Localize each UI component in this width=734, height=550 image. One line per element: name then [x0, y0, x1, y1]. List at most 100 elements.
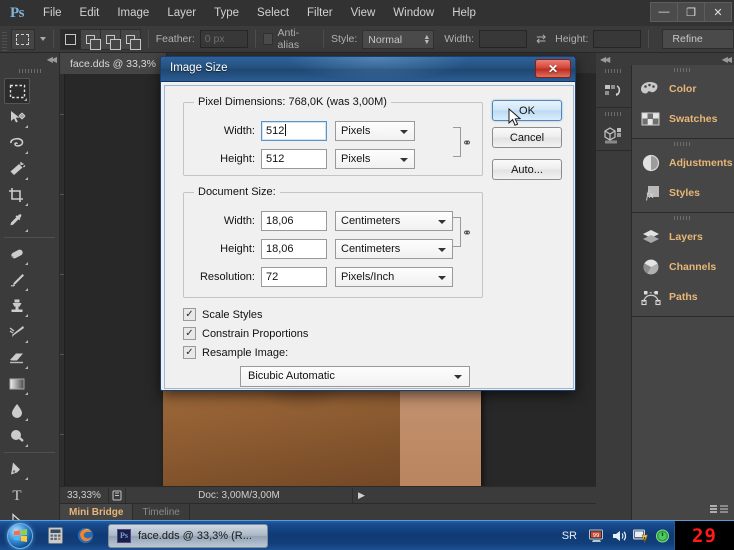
auto-button[interactable]: Auto...: [492, 159, 562, 180]
language-indicator[interactable]: SR: [562, 530, 577, 542]
menu-item-help[interactable]: Help: [443, 0, 485, 26]
menu-item-select[interactable]: Select: [248, 0, 298, 26]
menu-item-layer[interactable]: Layer: [158, 0, 205, 26]
dialog-close-button[interactable]: ✕: [535, 59, 571, 78]
tool-rectangular-marquee[interactable]: [4, 78, 30, 104]
status-expand-arrow-icon[interactable]: ▶: [352, 487, 370, 503]
document-tab-face-dds[interactable]: face.dds @ 33,3%: [60, 53, 167, 74]
refine-edge-button[interactable]: Refine Edge...: [662, 29, 734, 64]
tool-crop[interactable]: [4, 182, 30, 208]
subtract-from-selection-button[interactable]: [99, 28, 121, 50]
tools-panel-grip[interactable]: [0, 66, 59, 76]
zoom-level-field[interactable]: 33,33%: [60, 490, 108, 501]
image-size-dialog[interactable]: Image Size ✕ Pixel Dimensions: 768,0K (w…: [160, 56, 576, 391]
panel-item-color[interactable]: Color: [632, 74, 734, 104]
tool-healing-brush[interactable]: [4, 241, 30, 267]
panel-item-channels[interactable]: Channels: [632, 252, 734, 282]
anti-alias-checkbox[interactable]: [262, 33, 273, 45]
new-selection-button[interactable]: [59, 28, 81, 50]
tool-gradient[interactable]: [4, 371, 30, 397]
collapse-tools-icon[interactable]: ◀◀: [47, 55, 57, 64]
add-to-selection-button[interactable]: [79, 28, 101, 50]
tool-eyedropper[interactable]: [4, 208, 30, 234]
narrow-block-grip-2[interactable]: [604, 112, 623, 116]
history-icon[interactable]: [599, 77, 629, 107]
tool-preset-picker[interactable]: [10, 28, 35, 50]
scale-styles-row[interactable]: ✓ Scale Styles: [183, 308, 263, 321]
tool-pen[interactable]: [4, 456, 30, 482]
doc-width-input[interactable]: 18,06: [261, 211, 327, 231]
tools-panel-header[interactable]: ◀◀: [0, 53, 59, 66]
scale-styles-checkbox[interactable]: ✓: [183, 308, 196, 321]
tool-dodge[interactable]: [4, 423, 30, 449]
panel-group-grip-2[interactable]: [632, 139, 734, 148]
collapse-narrow-dock-icon[interactable]: ◀◀: [600, 55, 610, 64]
doc-resolution-input[interactable]: 72: [261, 267, 327, 287]
minimize-button[interactable]: —: [650, 2, 678, 22]
document-icon[interactable]: [108, 487, 126, 503]
tab-mini-bridge[interactable]: Mini Bridge: [60, 504, 134, 520]
close-button[interactable]: ✕: [704, 2, 732, 22]
tool-history-brush[interactable]: [4, 319, 30, 345]
panel-group-grip-1[interactable]: [632, 65, 734, 74]
panel-item-layers[interactable]: Layers: [632, 222, 734, 252]
network-icon[interactable]: 99: [586, 521, 608, 550]
menu-item-type[interactable]: Type: [205, 0, 248, 26]
height-input[interactable]: [593, 30, 642, 48]
style-select[interactable]: Normal ▲ ▼: [362, 29, 435, 49]
width-input[interactable]: [479, 30, 528, 48]
constrain-proportions-row[interactable]: ✓ Constrain Proportions: [183, 327, 308, 340]
resample-method-select[interactable]: Bicubic Automatic: [240, 366, 470, 387]
swap-dimensions-icon[interactable]: ⇄: [536, 32, 546, 46]
collapse-wide-dock-icon[interactable]: ◀◀: [722, 55, 732, 64]
taskbar-button-photoshop[interactable]: Ps face.dds @ 33,3% (R...: [108, 523, 268, 548]
constrain-proportions-checkbox[interactable]: ✓: [183, 327, 196, 340]
resample-image-checkbox[interactable]: ✓: [183, 346, 196, 359]
menu-item-edit[interactable]: Edit: [71, 0, 109, 26]
feather-input[interactable]: 0 px: [199, 30, 248, 48]
volume-icon[interactable]: [608, 521, 630, 550]
doc-height-input[interactable]: 18,06: [261, 239, 327, 259]
maximize-button[interactable]: ❐: [677, 2, 705, 22]
doc-resolution-unit-select[interactable]: Pixels/Inch: [335, 267, 453, 287]
menu-item-file[interactable]: File: [34, 0, 71, 26]
tool-lasso[interactable]: [4, 130, 30, 156]
intersect-selection-button[interactable]: [119, 28, 141, 50]
menu-item-view[interactable]: View: [342, 0, 385, 26]
pixel-height-unit-select[interactable]: Pixels: [335, 149, 415, 169]
action-center-icon[interactable]: [630, 521, 652, 550]
pixel-height-input[interactable]: 512: [261, 149, 327, 169]
pixel-width-unit-select[interactable]: Pixels: [335, 121, 415, 141]
tool-magic-wand[interactable]: [4, 156, 30, 182]
dialog-title-bar[interactable]: Image Size ✕: [161, 57, 575, 82]
resample-image-row[interactable]: ✓ Resample Image:: [183, 346, 288, 359]
menu-item-image[interactable]: Image: [108, 0, 158, 26]
tool-blur[interactable]: [4, 397, 30, 423]
panel-group-grip-3[interactable]: [632, 213, 734, 222]
power-icon[interactable]: [652, 521, 674, 550]
narrow-block-grip-1[interactable]: [604, 69, 623, 73]
panel-item-swatches[interactable]: Swatches: [632, 104, 734, 134]
cancel-button[interactable]: Cancel: [492, 127, 562, 148]
tool-clone-stamp[interactable]: [4, 293, 30, 319]
doc-width-unit-select[interactable]: Centimeters: [335, 211, 453, 231]
doc-height-unit-select[interactable]: Centimeters: [335, 239, 453, 259]
options-bar-grip[interactable]: [0, 25, 7, 53]
panel-item-adjustments[interactable]: Adjustments: [632, 148, 734, 178]
start-button[interactable]: [0, 521, 40, 550]
taskbar-clock[interactable]: 29: [674, 521, 734, 550]
firefox-icon[interactable]: [70, 521, 100, 550]
tool-eraser[interactable]: [4, 345, 30, 371]
tool-preset-chevron-down-icon[interactable]: [39, 37, 46, 41]
menu-item-window[interactable]: Window: [384, 0, 443, 26]
panel-item-paths[interactable]: Paths: [632, 282, 734, 312]
calculator-icon[interactable]: [40, 521, 70, 550]
pixel-width-input[interactable]: 512: [261, 121, 327, 141]
tool-type[interactable]: T: [4, 482, 30, 508]
menu-item-filter[interactable]: Filter: [298, 0, 342, 26]
tool-move[interactable]: [4, 104, 30, 130]
tab-timeline[interactable]: Timeline: [133, 504, 190, 520]
ok-button[interactable]: OK: [492, 100, 562, 121]
tool-brush[interactable]: [4, 267, 30, 293]
panel-item-styles[interactable]: fx Styles: [632, 178, 734, 208]
